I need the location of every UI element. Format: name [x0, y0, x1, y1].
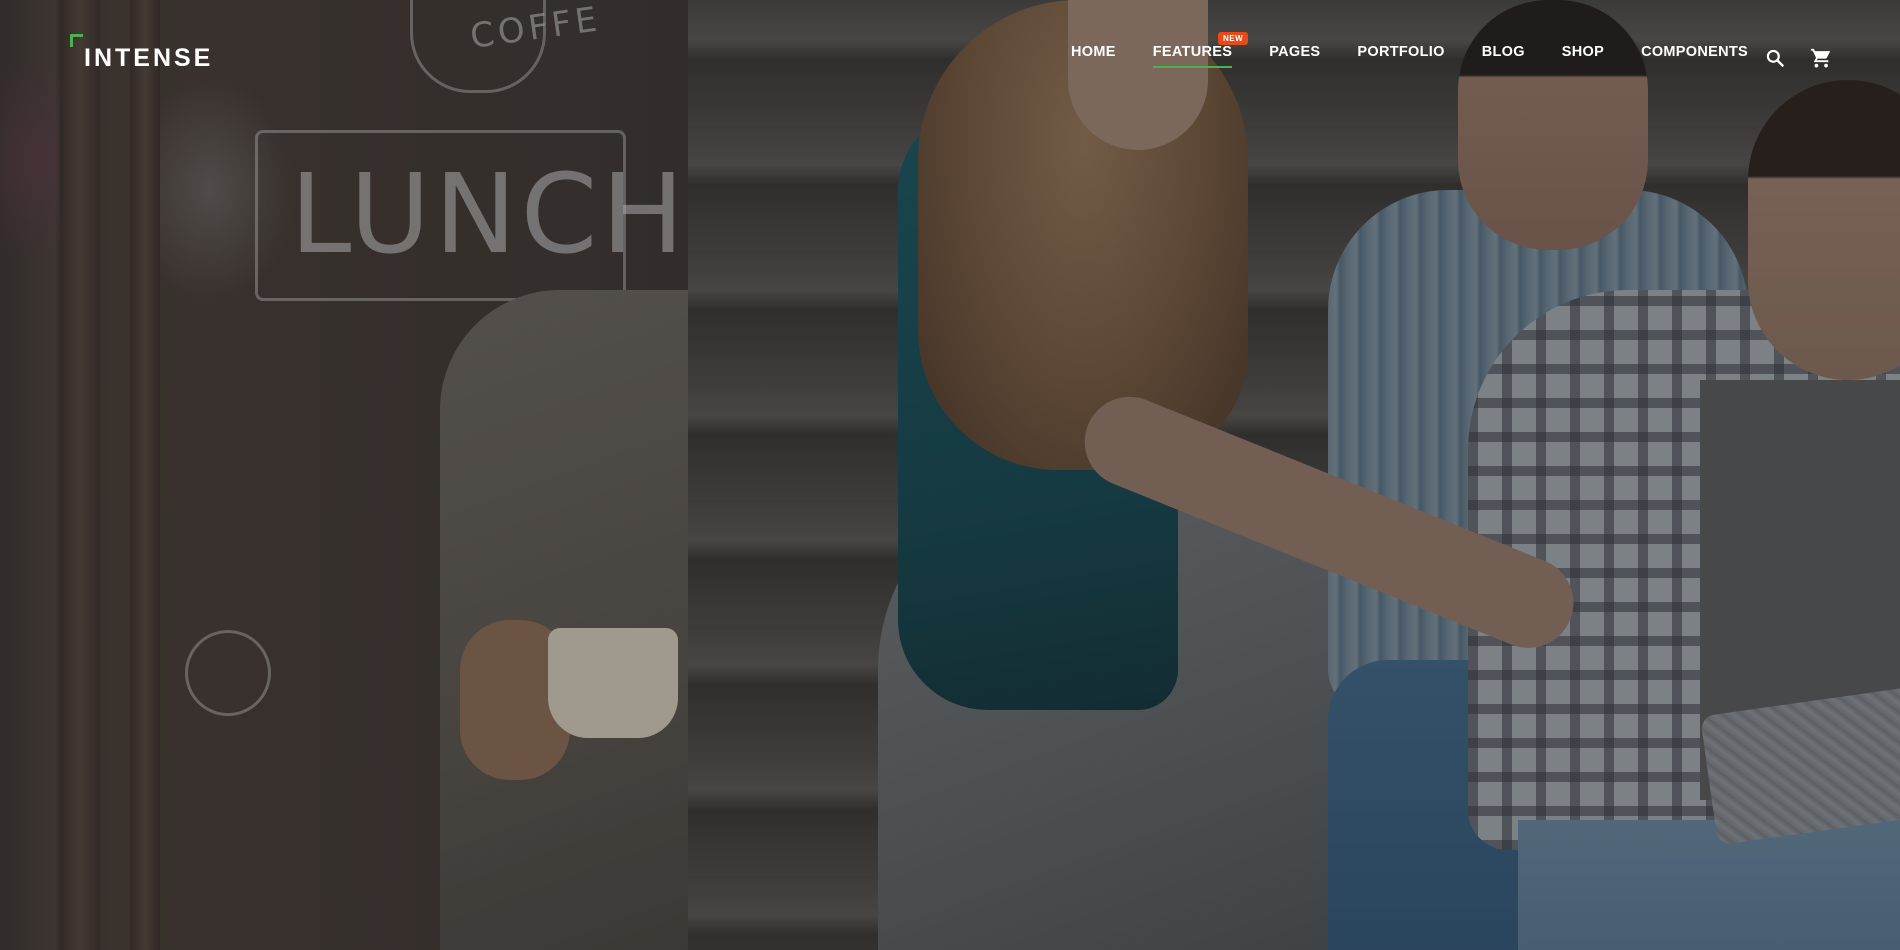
hero-left-photo: LUNCH COFFE: [0, 0, 700, 950]
new-badge: NEW: [1218, 32, 1249, 45]
nav-item-label: COMPONENTS: [1641, 44, 1748, 60]
nav-item-label: PAGES: [1269, 44, 1321, 60]
site-logo[interactable]: INTENSE: [70, 34, 213, 74]
hero-section: LUNCH COFFE INTENSE HOME FEATURES NEW PA…: [0, 0, 1900, 950]
search-icon[interactable]: [1763, 46, 1787, 70]
site-header: INTENSE HOME FEATURES NEW PAGES PORTFOLI…: [0, 0, 1900, 120]
nav-item-label: HOME: [1071, 44, 1116, 60]
nav-item-pages[interactable]: PAGES: [1269, 44, 1320, 68]
nav-item-label: FEATURES: [1152, 44, 1233, 60]
logo-corner-mark: [70, 34, 83, 47]
nav-item-label: PORTFOLIO: [1357, 44, 1445, 60]
nav-item-shop[interactable]: SHOP: [1562, 44, 1604, 68]
main-nav: HOME FEATURES NEW PAGES PORTFOLIO BLOG S…: [1034, 32, 1748, 68]
logo-text: INTENSE: [84, 43, 214, 72]
nav-item-blog[interactable]: BLOG: [1482, 44, 1525, 68]
nav-item-features[interactable]: FEATURES NEW: [1152, 32, 1249, 68]
hero-right-photo: [688, 0, 1900, 950]
nav-item-label: SHOP: [1561, 44, 1605, 60]
right-photo-overlay: [688, 0, 1900, 950]
header-icons: [1763, 46, 1833, 70]
nav-item-portfolio[interactable]: PORTFOLIO: [1357, 44, 1444, 68]
cart-icon[interactable]: [1809, 46, 1833, 70]
nav-item-label: BLOG: [1481, 44, 1525, 60]
nav-item-components[interactable]: COMPONENTS: [1641, 44, 1748, 68]
nav-item-home[interactable]: HOME: [1071, 44, 1116, 68]
left-photo-overlay: [0, 0, 688, 950]
